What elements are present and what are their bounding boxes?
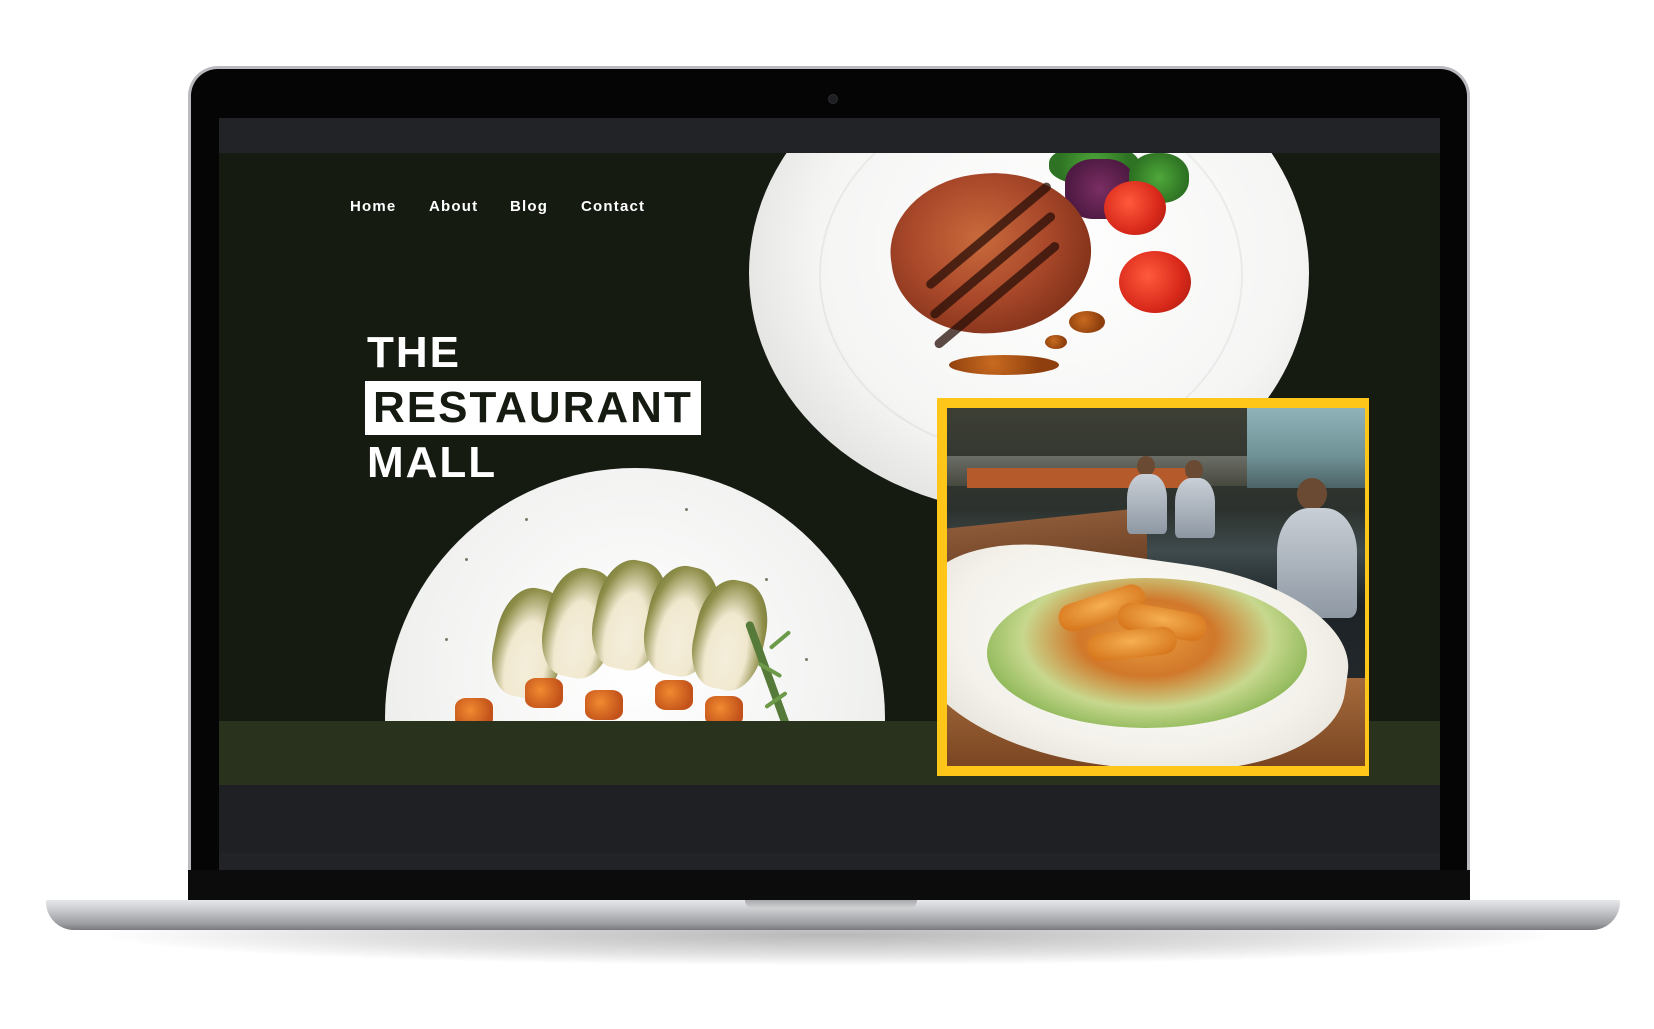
roasted-vegetable <box>655 680 693 710</box>
person <box>1175 478 1215 538</box>
speck <box>805 658 808 661</box>
hero-title: THE RESTAURANT MALL <box>365 325 701 491</box>
laptop-notch <box>745 900 917 909</box>
page-bottom <box>219 785 1440 853</box>
nav-contact[interactable]: Contact <box>581 198 645 215</box>
roasted-vegetable <box>585 690 623 720</box>
roasted-vegetable <box>525 678 563 708</box>
leaf <box>768 630 792 650</box>
tomato <box>1119 251 1191 313</box>
featured-photo-frame <box>937 398 1369 776</box>
person <box>1127 474 1167 534</box>
person-head <box>1137 456 1155 476</box>
sauce <box>1069 311 1105 333</box>
main-nav: Home About Blog Contact <box>219 153 1440 253</box>
person-head <box>1185 460 1203 480</box>
camera-icon <box>828 94 838 104</box>
restaurant-photo <box>947 408 1365 766</box>
sauce <box>949 355 1059 375</box>
hero-title-line-3: MALL <box>367 438 498 487</box>
speck <box>445 638 448 641</box>
hero-title-line-2: RESTAURANT <box>365 381 701 435</box>
speck <box>685 508 688 511</box>
person-head <box>1297 478 1327 510</box>
nav-home[interactable]: Home <box>350 198 396 215</box>
nav-about[interactable]: About <box>429 198 478 215</box>
nav-blog[interactable]: Blog <box>510 198 548 215</box>
website: Home About Blog Contact THE RESTAURANT M… <box>219 153 1440 853</box>
sauce <box>1045 335 1067 349</box>
window <box>1247 408 1365 488</box>
hero-title-line-1: THE <box>367 328 461 377</box>
speck <box>765 578 768 581</box>
speck <box>525 518 528 521</box>
laptop-screen: Home About Blog Contact THE RESTAURANT M… <box>219 118 1440 870</box>
speck <box>465 558 468 561</box>
